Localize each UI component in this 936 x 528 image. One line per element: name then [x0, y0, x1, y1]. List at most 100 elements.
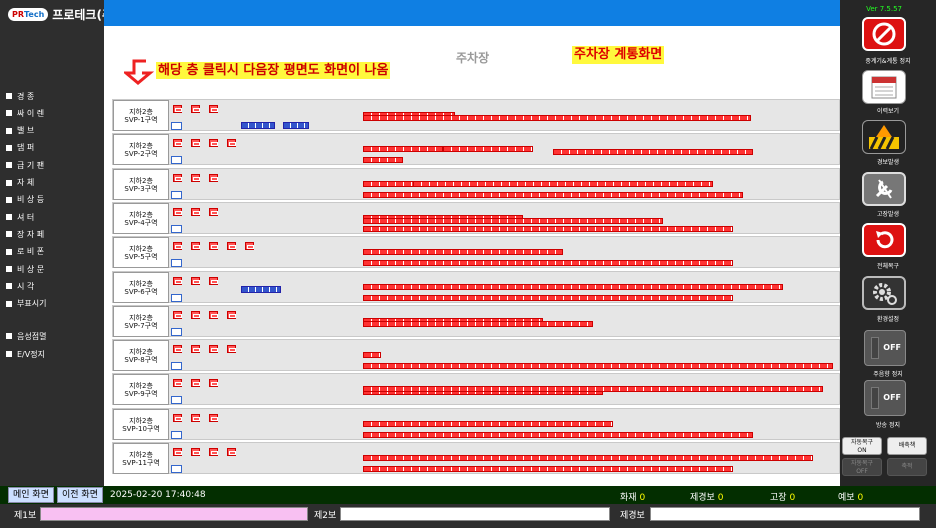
- device-icon[interactable]: [209, 448, 218, 456]
- settings-button[interactable]: [862, 276, 906, 310]
- exhaust-button[interactable]: 배축책: [887, 437, 927, 455]
- detector-strip[interactable]: [363, 225, 733, 232]
- device-icon[interactable]: [191, 310, 200, 319]
- first-report-field[interactable]: [40, 507, 308, 521]
- device-icon[interactable]: [191, 413, 200, 422]
- detector-strip[interactable]: [363, 386, 823, 393]
- detector-strip[interactable]: [363, 455, 813, 461]
- detector-strip[interactable]: [363, 249, 563, 256]
- device-icon[interactable]: [245, 242, 254, 251]
- floor-button[interactable]: 지하2층 SVP-2구역: [113, 134, 169, 166]
- device-icon[interactable]: [209, 310, 218, 319]
- device-icon[interactable]: [173, 345, 182, 354]
- floor-button[interactable]: 지하2층 SVP-7구역: [113, 305, 169, 337]
- floor-button[interactable]: 지하2층 SVP-10구역: [113, 408, 169, 440]
- detector-strip[interactable]: [553, 149, 753, 156]
- floor-button[interactable]: 지하2층 SVP-9구역: [113, 374, 169, 406]
- floor-button[interactable]: 지하2층 SVP-6구역: [113, 271, 169, 303]
- detector-strip[interactable]: [363, 217, 663, 224]
- device-icon[interactable]: [191, 139, 200, 148]
- device-icon[interactable]: [209, 173, 218, 182]
- speaker-icon[interactable]: [171, 430, 182, 439]
- detector-strip[interactable]: [363, 363, 833, 370]
- alarm-button[interactable]: [862, 120, 906, 154]
- device-icon[interactable]: [191, 242, 200, 251]
- device-icon[interactable]: [227, 448, 236, 456]
- floor-button[interactable]: 지하2층 SVP-5구역: [113, 237, 169, 269]
- floor-button[interactable]: 지하2층 SVP-11구역: [113, 443, 169, 474]
- speaker-icon[interactable]: [171, 190, 182, 199]
- speaker-icon[interactable]: [171, 362, 182, 371]
- device-icon[interactable]: [209, 379, 218, 388]
- detector-strip[interactable]: [363, 466, 733, 472]
- device-icon[interactable]: [227, 242, 236, 251]
- speaker-icon[interactable]: [171, 327, 182, 336]
- device-icon[interactable]: [209, 276, 218, 285]
- detector-strip[interactable]: [363, 157, 403, 164]
- accumulate-button[interactable]: 축적: [887, 458, 927, 476]
- broadcast-toggle[interactable]: OFF: [864, 380, 906, 416]
- speaker-icon[interactable]: [171, 224, 182, 233]
- speaker-icon[interactable]: [171, 156, 182, 165]
- device-icon[interactable]: [227, 139, 236, 148]
- detector-strip[interactable]: [363, 320, 593, 327]
- auto-reset-on-button[interactable]: 자동복구 ON: [842, 437, 882, 455]
- reset-button[interactable]: [862, 223, 906, 257]
- auto-reset-off-button[interactable]: 자동복구 OFF: [842, 458, 882, 476]
- floor-button[interactable]: 지하2층 SVP-3구역: [113, 168, 169, 200]
- floor-button[interactable]: 지하2층 SVP-1구역: [113, 100, 169, 131]
- device-icon[interactable]: [209, 139, 218, 148]
- device-icon[interactable]: [173, 207, 182, 216]
- detector-strip[interactable]: [363, 420, 613, 427]
- detector-strip[interactable]: [363, 283, 783, 290]
- detector-strip[interactable]: [413, 180, 713, 187]
- device-icon[interactable]: [173, 448, 182, 456]
- history-button[interactable]: [862, 70, 906, 104]
- device-icon[interactable]: [191, 207, 200, 216]
- detector-strip[interactable]: [363, 294, 733, 301]
- stop-button[interactable]: [862, 17, 906, 51]
- floor-button[interactable]: 지하2층 SVP-4구역: [113, 202, 169, 234]
- device-icon[interactable]: [191, 345, 200, 354]
- relay-strip[interactable]: [283, 122, 309, 129]
- speaker-icon[interactable]: [171, 293, 182, 302]
- speaker-icon[interactable]: [171, 259, 182, 268]
- relay-strip[interactable]: [241, 122, 275, 129]
- device-icon[interactable]: [191, 379, 200, 388]
- device-icon[interactable]: [209, 105, 218, 113]
- detector-strip[interactable]: [443, 146, 533, 153]
- device-icon[interactable]: [173, 276, 182, 285]
- device-icon[interactable]: [191, 173, 200, 182]
- detector-strip[interactable]: [363, 191, 743, 198]
- device-icon[interactable]: [173, 413, 182, 422]
- second-report-select[interactable]: [340, 507, 610, 521]
- device-icon[interactable]: [173, 242, 182, 251]
- prev-screen-button[interactable]: 이전 화면: [57, 487, 103, 503]
- detector-strip[interactable]: [363, 431, 753, 438]
- speaker-icon[interactable]: [171, 465, 182, 473]
- device-icon[interactable]: [173, 310, 182, 319]
- detector-strip[interactable]: [363, 146, 443, 153]
- device-icon[interactable]: [209, 345, 218, 354]
- detector-strip[interactable]: [363, 260, 733, 267]
- device-icon[interactable]: [173, 173, 182, 182]
- detector-strip[interactable]: [363, 115, 751, 121]
- floor-button[interactable]: 지하2층 SVP-8구역: [113, 340, 169, 372]
- detector-strip[interactable]: [363, 352, 381, 359]
- device-icon[interactable]: [173, 105, 182, 113]
- device-icon[interactable]: [227, 345, 236, 354]
- device-icon[interactable]: [191, 448, 200, 456]
- device-icon[interactable]: [173, 139, 182, 148]
- speaker-icon[interactable]: [171, 396, 182, 405]
- device-icon[interactable]: [173, 379, 182, 388]
- gas-report-select[interactable]: [650, 507, 920, 521]
- device-icon[interactable]: [227, 310, 236, 319]
- device-icon[interactable]: [209, 242, 218, 251]
- device-icon[interactable]: [191, 105, 200, 113]
- speaker-icon[interactable]: [171, 122, 182, 130]
- buzzer-toggle[interactable]: OFF: [864, 330, 906, 366]
- relay-strip[interactable]: [241, 285, 281, 293]
- device-icon[interactable]: [209, 413, 218, 422]
- device-icon[interactable]: [191, 276, 200, 285]
- main-screen-button[interactable]: 메인 화면: [8, 487, 54, 503]
